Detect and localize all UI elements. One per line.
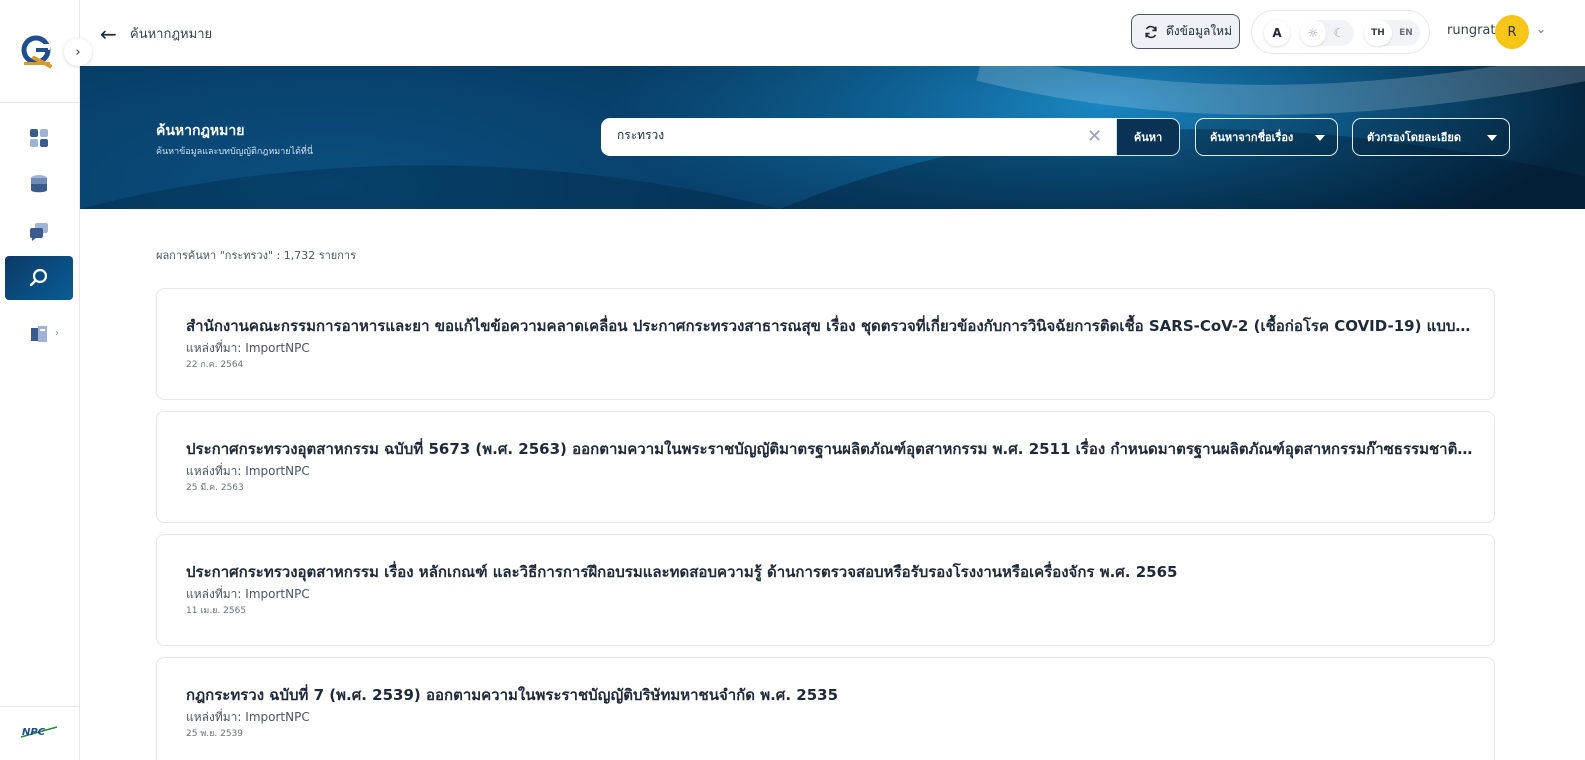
preferences-group: A ☼ ☾ TH EN [1251,10,1430,54]
result-card[interactable]: ประกาศกระทรวงอุตสาหกรรม เรื่อง หลักเกณฑ์… [156,534,1495,646]
lang-en-option[interactable]: EN [1392,20,1420,46]
sidebar-item-chat[interactable] [5,209,73,253]
search-mode-dropdown[interactable]: ค้นหาจากชื่อเรื่อง [1195,118,1338,156]
font-size-button[interactable]: A [1264,20,1290,46]
search-box: ✕ [601,118,1116,156]
sidebar-divider [0,102,79,103]
back-arrow-icon[interactable]: ← [100,22,117,46]
caret-down-icon [1487,135,1497,141]
dashboard-icon [30,129,48,147]
banner-title: ค้นหากฎหมาย [156,123,245,139]
theme-toggle[interactable]: ☼ ☾ [1300,20,1354,46]
result-card[interactable]: กฎกระทรวง ฉบับที่ 7 (พ.ศ. 2539) ออกตามคว… [156,657,1495,760]
advanced-filter-dropdown[interactable]: ตัวกรองโดยละเอียด [1352,118,1510,156]
result-summary: ผลการค้นหา "กระทรวง" : 1,732 รายการ [156,249,356,262]
search-input[interactable] [617,128,1057,142]
sidebar: › › NPC [0,0,92,760]
result-title[interactable]: ประกาศกระทรวงอุตสาหกรรม เรื่อง หลักเกณฑ์… [186,560,1476,584]
caret-down-icon [1315,135,1325,141]
refresh-icon [1145,25,1157,38]
advanced-filter-label: ตัวกรองโดยละเอียด [1367,131,1461,144]
submenu-chevron-icon: › [55,328,59,339]
breadcrumb: ค้นหากฎหมาย [130,27,213,42]
sidebar-expand-button[interactable]: › [64,38,92,66]
result-date: 25 มี.ค. 2563 [186,483,244,493]
language-toggle[interactable]: TH EN [1364,20,1420,46]
refresh-data-button[interactable]: ดึงข้อมูลใหม่ [1131,14,1240,49]
result-title[interactable]: สำนักงานคณะกรรมการอาหารและยา ขอแก้ไขข้อค… [186,314,1476,338]
result-date: 25 พ.ย. 2539 [186,729,244,739]
result-source: แหล่งที่มา: ImportNPC [186,341,310,355]
result-title[interactable]: ประกาศกระทรวงอุตสาหกรรม ฉบับที่ 5673 (พ.… [186,437,1476,461]
username[interactable]: rungrat [1447,23,1495,38]
search-banner: ค้นหากฎหมาย ค้นหาข้อมูลและบทบัญญัติกฎหมา… [80,66,1585,209]
npc-logo: NPC [20,726,58,738]
result-source: แหล่งที่มา: ImportNPC [186,587,310,601]
lang-th-option[interactable]: TH [1364,20,1392,46]
avatar[interactable]: R [1495,15,1529,49]
svg-text:NPC: NPC [22,727,46,738]
sidebar-item-dashboard[interactable] [5,116,73,160]
sidebar-bottom-divider [0,706,79,707]
search-icon [29,268,48,287]
chat-icon [30,223,48,241]
moon-icon[interactable]: ☾ [1326,20,1352,46]
sidebar-item-database[interactable] [5,162,73,206]
sidebar-item-books[interactable]: › [5,312,73,356]
sun-icon[interactable]: ☼ [1300,20,1326,46]
result-date: 11 เม.ย. 2565 [186,606,247,616]
result-source: แหล่งที่มา: ImportNPC [186,464,310,478]
top-bar: ← ค้นหากฎหมาย ดึงข้อมูลใหม่ A ☼ ☾ TH EN … [80,0,1585,66]
result-source: แหล่งที่มา: ImportNPC [186,710,310,724]
result-title[interactable]: กฎกระทรวง ฉบับที่ 7 (พ.ศ. 2539) ออกตามคว… [186,683,1476,707]
chevron-down-icon[interactable]: ⌄ [1536,22,1546,36]
search-button[interactable]: ค้นหา [1116,118,1180,156]
result-card[interactable]: ประกาศกระทรวงอุตสาหกรรม ฉบับที่ 5673 (พ.… [156,411,1495,523]
banner-subtitle: ค้นหาข้อมูลและบทบัญญัติกฎหมายได้ที่นี่ [156,147,313,157]
book-icon [31,326,47,342]
refresh-label: ดึงข้อมูลใหม่ [1166,24,1233,38]
result-card[interactable]: สำนักงานคณะกรรมการอาหารและยา ขอแก้ไขข้อค… [156,288,1495,400]
result-date: 22 ก.ค. 2564 [186,360,244,370]
search-mode-label: ค้นหาจากชื่อเรื่อง [1210,131,1294,144]
app-logo[interactable] [20,30,56,70]
close-icon[interactable]: ✕ [1087,126,1102,147]
sidebar-item-search[interactable] [5,256,73,300]
database-icon [31,175,47,193]
